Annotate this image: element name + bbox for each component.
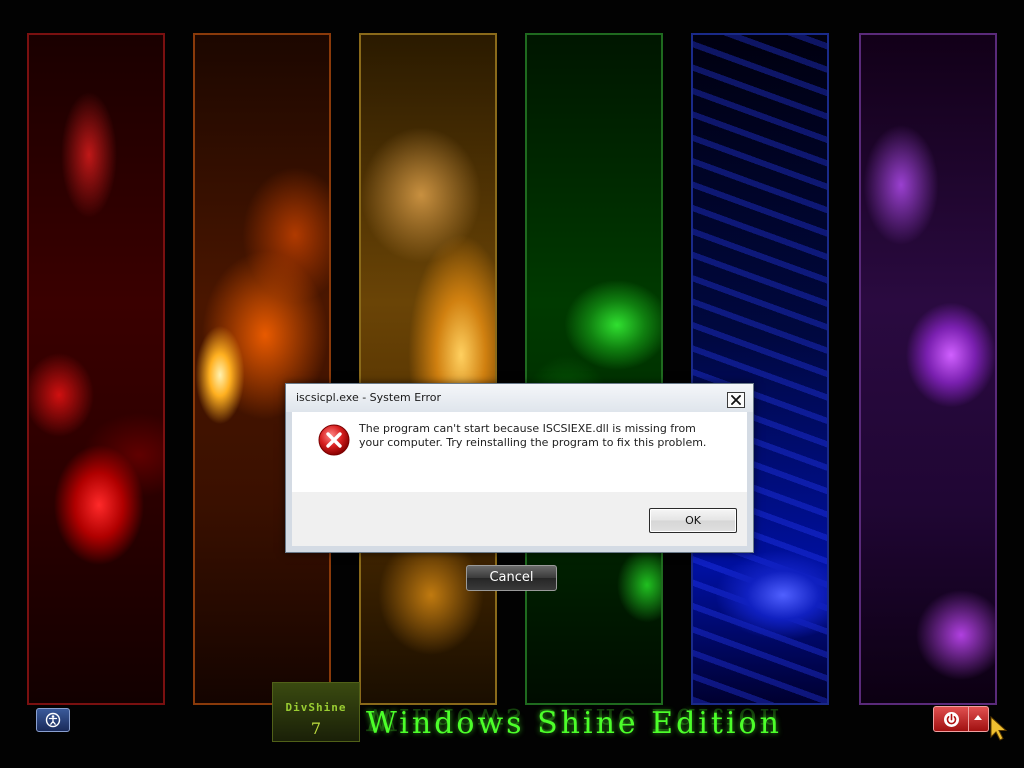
dialog-message: The program can't start because ISCSIEXE… bbox=[359, 422, 707, 449]
shutdown-options-button[interactable] bbox=[969, 706, 989, 732]
shutdown-control bbox=[933, 706, 989, 732]
divshine-title: DivShine bbox=[285, 701, 347, 714]
divshine-logo: DivShine 7 bbox=[272, 682, 360, 742]
error-icon bbox=[318, 424, 350, 456]
ease-of-access-icon bbox=[45, 712, 61, 728]
divshine-version: 7 bbox=[310, 719, 322, 738]
logon-screen: DivShine 7 Windows Shine Edition Windows… bbox=[0, 0, 1024, 768]
dialog-title: iscsicpl.exe - System Error bbox=[296, 391, 442, 404]
wallpaper-panel-blue bbox=[691, 33, 829, 705]
shutdown-button[interactable] bbox=[933, 706, 969, 732]
wallpaper-panel-green bbox=[525, 33, 663, 705]
ease-of-access-button[interactable] bbox=[36, 708, 70, 732]
wallpaper-panel-orange bbox=[193, 33, 331, 705]
brand-title-reflection: Windows Shine Edition bbox=[366, 706, 782, 736]
wallpaper-panel-red bbox=[27, 33, 165, 705]
wallpaper-panel-yellow bbox=[359, 33, 497, 705]
ok-button[interactable]: OK bbox=[649, 508, 737, 533]
wallpaper-panel-purple bbox=[859, 33, 997, 705]
arrow-up-icon bbox=[974, 715, 982, 720]
mouse-cursor-icon bbox=[990, 716, 1008, 741]
close-icon bbox=[731, 395, 741, 405]
dialog-close-button[interactable] bbox=[727, 392, 745, 408]
dialog-body: The program can't start because ISCSIEXE… bbox=[292, 412, 747, 492]
power-icon bbox=[944, 712, 959, 727]
system-error-dialog: iscsicpl.exe - System Error The program … bbox=[285, 383, 754, 553]
dialog-titlebar[interactable]: iscsicpl.exe - System Error bbox=[286, 384, 753, 412]
dialog-footer: OK bbox=[292, 492, 747, 546]
cancel-button[interactable]: Cancel bbox=[466, 565, 557, 591]
